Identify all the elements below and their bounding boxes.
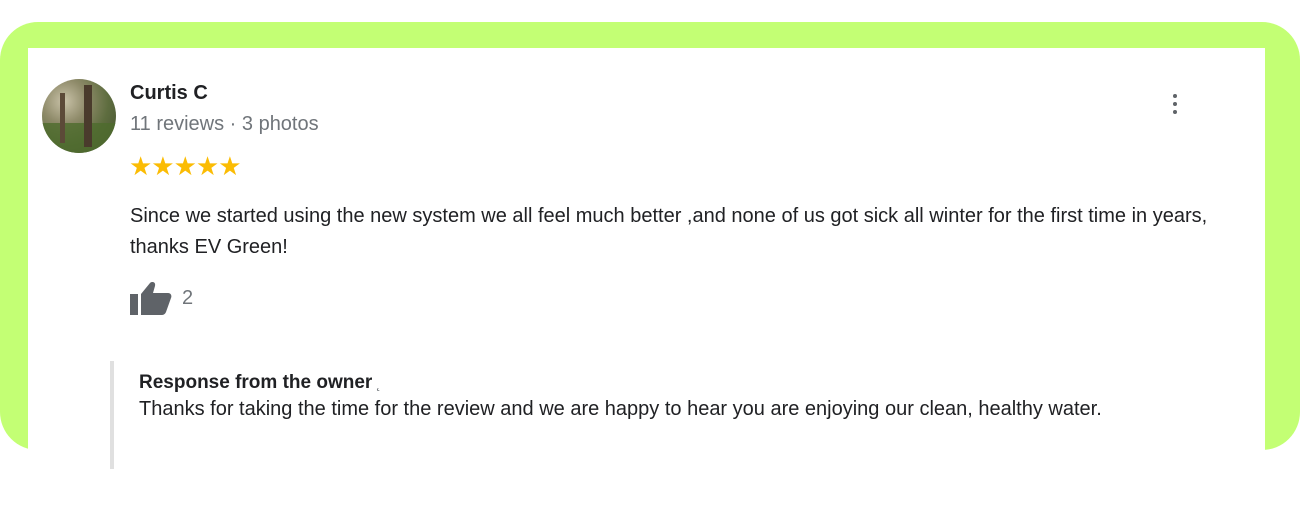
like-button[interactable]: 2: [130, 281, 193, 315]
more-vert-icon[interactable]: [1165, 94, 1185, 124]
owner-response-title: Response from the owner ˛: [139, 372, 1259, 394]
review-card: Curtis C 11 reviews · 3 photos ★★★★★ Sin…: [28, 48, 1265, 515]
owner-response-mark: ˛: [376, 375, 381, 391]
owner-response-text: Thanks for taking the time for the revie…: [139, 398, 1102, 420]
reviewer-meta[interactable]: 11 reviews · 3 photos: [130, 113, 319, 136]
star-rating: ★★★★★: [129, 151, 242, 181]
review-text: Since we started using the new system we…: [130, 205, 1208, 258]
like-count: 2: [182, 286, 194, 309]
thumb-up-icon: [130, 281, 172, 315]
reviewer-name[interactable]: Curtis C: [130, 82, 208, 105]
owner-response-title-text: Response from the owner: [139, 372, 373, 393]
avatar[interactable]: [42, 79, 116, 153]
owner-response: Response from the owner ˛ Thanks for taki…: [110, 361, 1259, 469]
